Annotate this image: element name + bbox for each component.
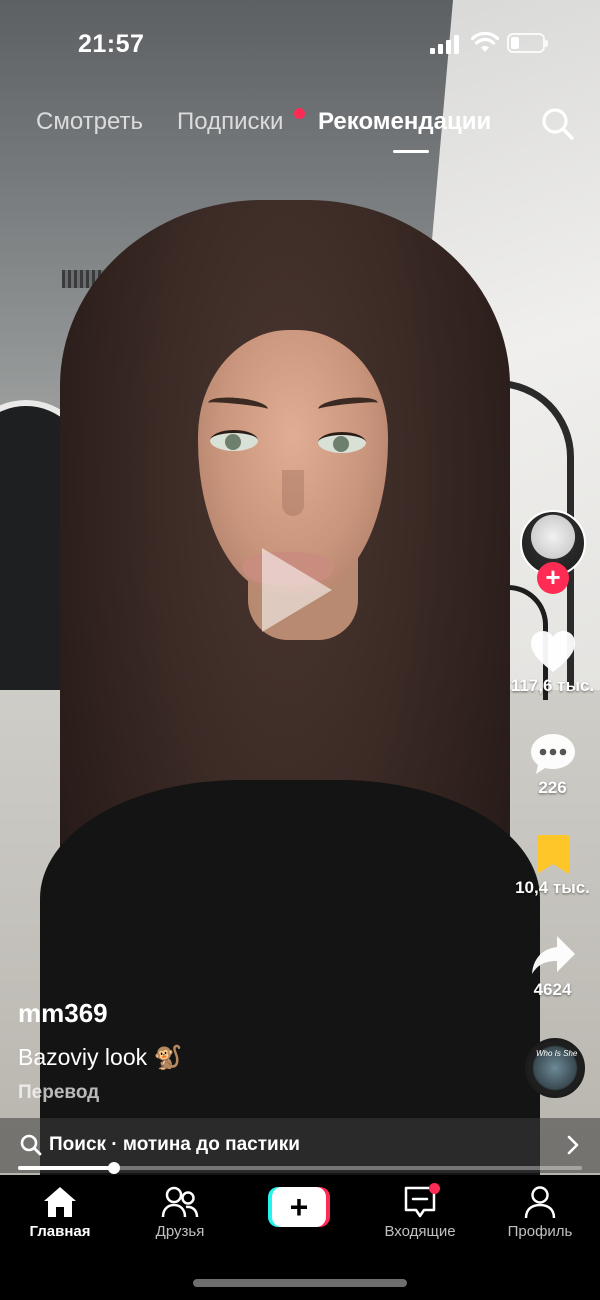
follow-button[interactable]: + (537, 562, 569, 594)
bookmark-icon (536, 835, 569, 874)
home-icon (44, 1187, 76, 1217)
screen: 21:57 Смотреть Подписки Рекомендации + 1… (0, 0, 600, 1300)
like-count: 117,6 тыс. (510, 676, 595, 695)
person-shirt (40, 780, 540, 1175)
nav-friends[interactable]: Друзья (125, 1185, 235, 1240)
translate-link[interactable]: Перевод (18, 1082, 99, 1104)
battery-icon (507, 33, 548, 53)
video-progress-bar[interactable] (18, 1162, 582, 1174)
chevron-right-icon (567, 1135, 579, 1155)
nav-inbox-label: Входящие (384, 1223, 456, 1240)
tab-watch[interactable]: Смотреть (36, 108, 143, 136)
nav-inbox[interactable]: Входящие (365, 1183, 475, 1240)
create-button[interactable]: + (268, 1187, 330, 1227)
active-tab-indicator (393, 150, 429, 153)
person-nose (282, 470, 304, 516)
signal-icon (430, 34, 462, 54)
play-icon[interactable] (262, 548, 332, 632)
search-icon[interactable] (540, 106, 576, 142)
video-progress-fill (18, 1166, 114, 1170)
home-indicator (193, 1279, 407, 1287)
nav-profile-label: Профиль (507, 1223, 573, 1240)
video-caption: Bazoviy look 🐒 (18, 1044, 183, 1070)
inbox-notification-dot (429, 1183, 440, 1194)
share-count: 4624 (533, 980, 572, 999)
nav-profile[interactable]: Профиль (485, 1185, 595, 1240)
plus-icon: + (272, 1187, 326, 1227)
search-suggestion-text: Поиск · мотина до пастики (49, 1134, 300, 1155)
comment-icon (530, 734, 575, 774)
share-button[interactable]: 4624 (505, 934, 600, 1000)
wifi-icon (471, 32, 499, 52)
profile-icon (524, 1186, 556, 1219)
comment-count: 226 (538, 778, 567, 797)
creator-username[interactable]: mm369 (18, 998, 108, 1029)
share-arrow-icon (531, 936, 575, 974)
status-time: 21:57 (78, 30, 145, 58)
video-progress-handle[interactable] (107, 1162, 120, 1174)
comment-button[interactable]: 226 (505, 732, 600, 798)
search-icon (20, 1134, 42, 1156)
tab-recommended[interactable]: Рекомендации (318, 108, 491, 136)
person-eye (210, 430, 258, 451)
nav-home[interactable]: Главная (5, 1185, 115, 1240)
friends-icon (161, 1186, 199, 1218)
feed-tabs: Смотреть Подписки Рекомендации (0, 108, 600, 158)
music-disc-label: Who Is She (536, 1049, 578, 1058)
nav-home-label: Главная (29, 1223, 91, 1240)
nav-friends-label: Друзья (155, 1223, 205, 1240)
notification-dot (294, 108, 305, 119)
person-eye (318, 432, 366, 453)
save-button[interactable]: 10,4 тыс. (505, 834, 600, 898)
save-count: 10,4 тыс. (515, 878, 590, 897)
search-suggestion-bar[interactable]: Поиск · мотина до пастики (0, 1118, 600, 1173)
status-bar: 21:57 (0, 0, 600, 90)
heart-icon (530, 631, 575, 672)
tab-following[interactable]: Подписки (177, 108, 283, 136)
like-button[interactable]: 117,6 тыс. (505, 630, 600, 696)
music-disc[interactable]: Who Is She (525, 1038, 585, 1098)
